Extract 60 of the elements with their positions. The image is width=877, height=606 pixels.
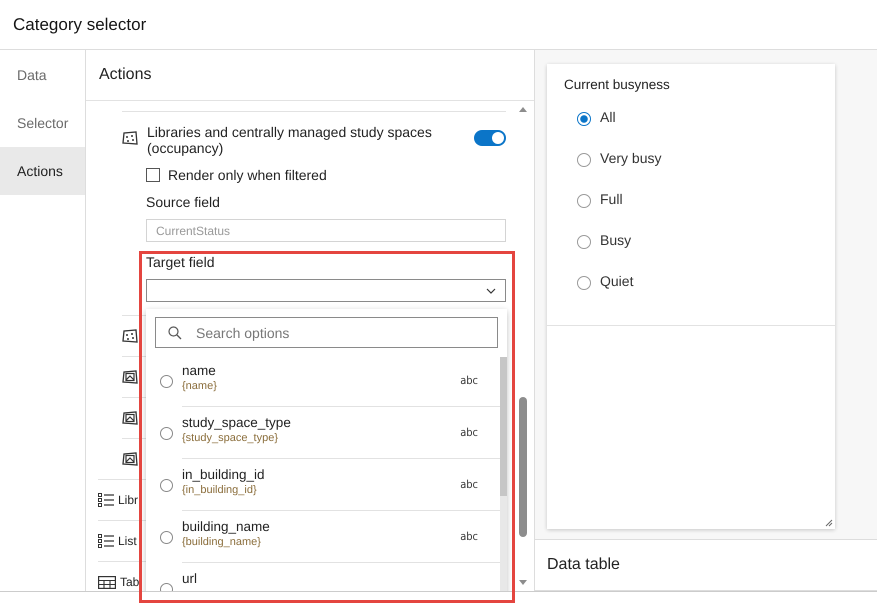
checkbox-label: Render only when filtered (168, 167, 327, 183)
widget-name[interactable]: Tab (120, 575, 140, 589)
option-expression: {name} (182, 380, 217, 392)
radio-button[interactable] (160, 530, 173, 544)
list-icon (98, 493, 114, 507)
option-name: name (182, 363, 216, 378)
field-type: abc (460, 530, 478, 543)
radio-label: Full (600, 191, 623, 207)
radio-label: All (600, 109, 616, 125)
field-label: Target field (146, 254, 214, 270)
radio-button[interactable] (577, 112, 591, 126)
radio-button[interactable] (577, 153, 591, 167)
option-name: study_space_type (182, 415, 291, 430)
field-label: Source field (146, 194, 220, 210)
field-type: abc (460, 426, 478, 439)
radio-button[interactable] (577, 194, 591, 208)
sidebar-tab[interactable]: Selector (0, 99, 85, 147)
field-type: abc (460, 478, 478, 491)
toggle-switch[interactable] (474, 130, 506, 146)
input-field: CurrentStatus (146, 219, 506, 242)
option-expression: {study_space_type} (182, 432, 278, 444)
radio-button[interactable] (160, 426, 173, 440)
radio-button[interactable] (160, 374, 173, 388)
radio-label: Busy (600, 232, 632, 248)
window-title: Category selector (13, 14, 146, 34)
search-field[interactable]: Search options (155, 317, 498, 348)
section-title: Data table (535, 540, 877, 591)
scrollbar-thumb[interactable] (500, 357, 507, 496)
option-expression: {building_name} (182, 536, 261, 548)
radio-label: Very busy (600, 150, 662, 166)
card-title: Current busyness (563, 76, 671, 92)
widget-name[interactable]: Libr (118, 493, 138, 507)
option-expression: {in_building_id} (182, 484, 257, 496)
layer-name: Libraries and centrally managed study spaces (occupancy) (147, 124, 433, 156)
dotted-shape-icon (122, 130, 138, 146)
checkbox[interactable] (146, 168, 160, 182)
search-icon (168, 326, 182, 340)
sidebar-tab[interactable]: Data (0, 51, 85, 99)
option-name: building_name (182, 519, 270, 534)
resize-handle-icon (825, 519, 833, 527)
chevron-down-icon (486, 288, 496, 294)
field-type: abc (460, 374, 478, 387)
radio-button[interactable] (577, 235, 591, 249)
framed-image-icon (122, 451, 138, 467)
framed-image-icon (122, 369, 138, 385)
sidebar-tab[interactable]: Actions (0, 147, 85, 195)
table-icon (98, 576, 116, 588)
option-name: url (182, 571, 198, 586)
radio-button[interactable] (577, 276, 591, 290)
radio-label: Quiet (600, 273, 634, 289)
dotted-shape-icon (122, 328, 138, 344)
panel-title: Actions (86, 50, 534, 101)
widget-name[interactable]: List (118, 534, 137, 548)
option-name: in_building_id (182, 467, 265, 482)
list-icon (98, 534, 114, 548)
dropdown-select[interactable] (146, 279, 506, 302)
framed-image-icon (122, 410, 138, 426)
scrollbar[interactable] (500, 357, 507, 591)
scrollbar-thumb[interactable] (519, 397, 527, 537)
radio-button[interactable] (160, 478, 173, 492)
